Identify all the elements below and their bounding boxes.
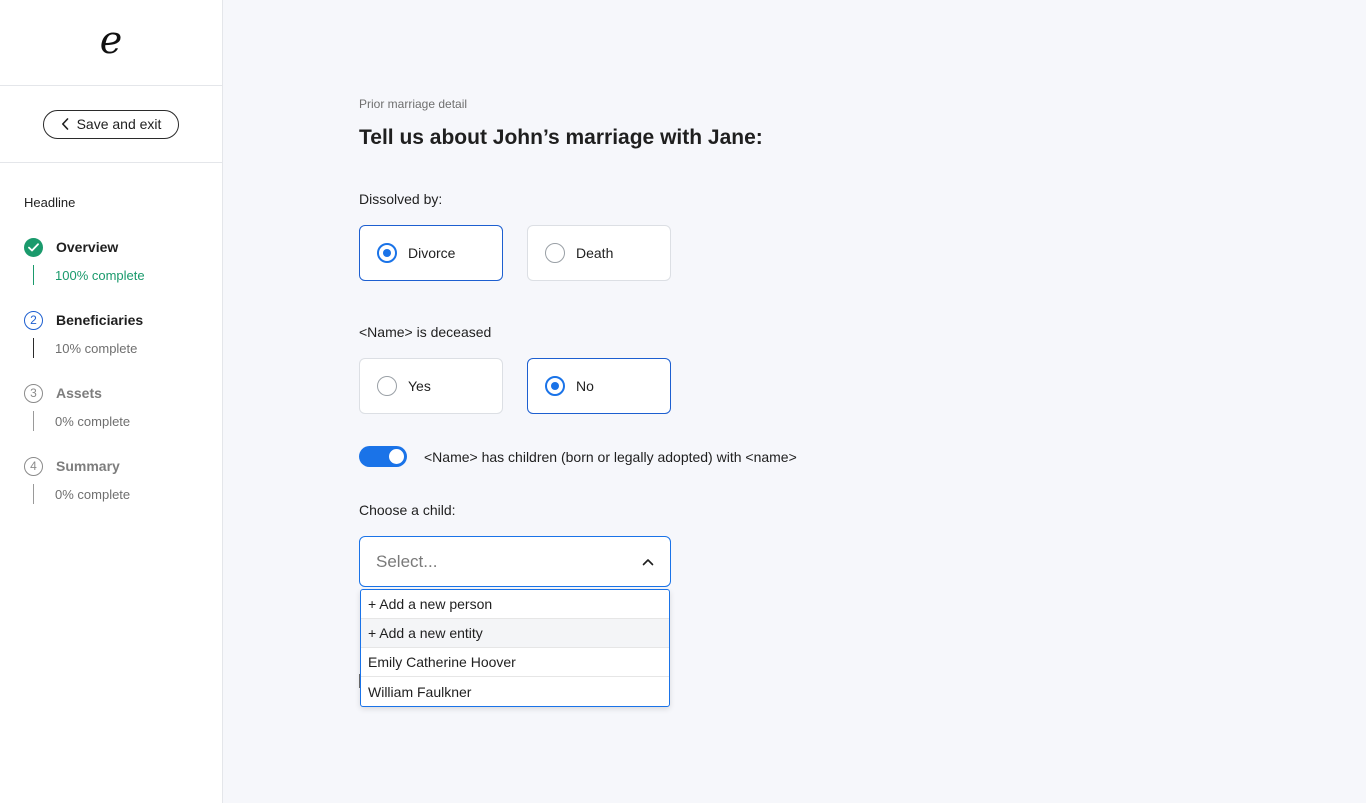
- option-yes[interactable]: Yes: [359, 358, 503, 414]
- step-number-badge: 4: [24, 456, 43, 476]
- radio-checked-icon: [377, 243, 397, 263]
- dissolved-by-label: Dissolved by:: [359, 191, 443, 207]
- menu-item-child[interactable]: William Faulkner: [361, 677, 669, 706]
- step-connector: [33, 338, 34, 358]
- option-label: No: [576, 378, 594, 394]
- brand-logo[interactable]: e: [100, 21, 123, 59]
- option-death[interactable]: Death: [527, 225, 671, 281]
- sidebar: e Save and exit Headline Overview 100% c…: [0, 0, 223, 803]
- child-select[interactable]: Select...: [359, 536, 671, 587]
- menu-item-add-person[interactable]: + Add a new person: [361, 590, 669, 619]
- step-connector: [33, 265, 34, 285]
- option-label: Divorce: [408, 245, 456, 261]
- step-progress: 10% complete: [55, 340, 138, 356]
- logo-area: e: [0, 0, 222, 86]
- step-assets[interactable]: 3 Assets 0% complete: [24, 383, 214, 431]
- step-title: Beneficiaries: [56, 312, 144, 328]
- radio-unchecked-icon: [377, 376, 397, 396]
- page-title: Tell us about John’s marriage with Jane:: [359, 126, 763, 149]
- step-progress: 100% complete: [55, 267, 145, 283]
- menu-item-add-entity[interactable]: + Add a new entity: [361, 619, 669, 648]
- step-connector: [33, 484, 34, 504]
- option-no[interactable]: No: [527, 358, 671, 414]
- chevron-up-icon: [642, 558, 654, 565]
- step-number-badge: 3: [24, 383, 43, 403]
- step-beneficiaries[interactable]: 2 Beneficiaries 10% complete: [24, 310, 214, 358]
- nav-heading: Headline: [24, 195, 76, 210]
- save-area: Save and exit: [0, 86, 222, 163]
- deceased-label: <Name> is deceased: [359, 324, 492, 340]
- select-placeholder: Select...: [376, 551, 438, 571]
- choose-child-label: Choose a child:: [359, 502, 456, 518]
- chevron-left-icon: [61, 118, 68, 130]
- menu-item-child[interactable]: Emily Catherine Hoover: [361, 648, 669, 677]
- toggle-knob: [389, 449, 404, 464]
- step-connector: [33, 411, 34, 431]
- radio-checked-icon: [545, 376, 565, 396]
- children-toggle-label: <Name> has children (born or legally ado…: [424, 449, 797, 465]
- step-number-badge: 2: [24, 310, 43, 330]
- option-divorce[interactable]: Divorce: [359, 225, 503, 281]
- step-progress: 0% complete: [55, 413, 131, 429]
- option-label: Yes: [408, 378, 431, 394]
- step-overview[interactable]: Overview 100% complete: [24, 237, 214, 285]
- option-label: Death: [576, 245, 614, 261]
- section-eyebrow: Prior marriage detail: [359, 97, 468, 111]
- save-and-exit-label: Save and exit: [76, 116, 162, 132]
- save-and-exit-button[interactable]: Save and exit: [43, 109, 179, 139]
- child-select-menu: + Add a new person + Add a new entity Em…: [360, 589, 670, 707]
- check-circle-icon: [24, 237, 43, 257]
- radio-unchecked-icon: [545, 243, 565, 263]
- step-progress: 0% complete: [55, 486, 131, 502]
- step-title: Assets: [56, 385, 102, 401]
- step-title: Summary: [56, 458, 120, 474]
- step-summary[interactable]: 4 Summary 0% complete: [24, 456, 214, 504]
- step-title: Overview: [56, 239, 119, 255]
- children-toggle[interactable]: [359, 446, 407, 467]
